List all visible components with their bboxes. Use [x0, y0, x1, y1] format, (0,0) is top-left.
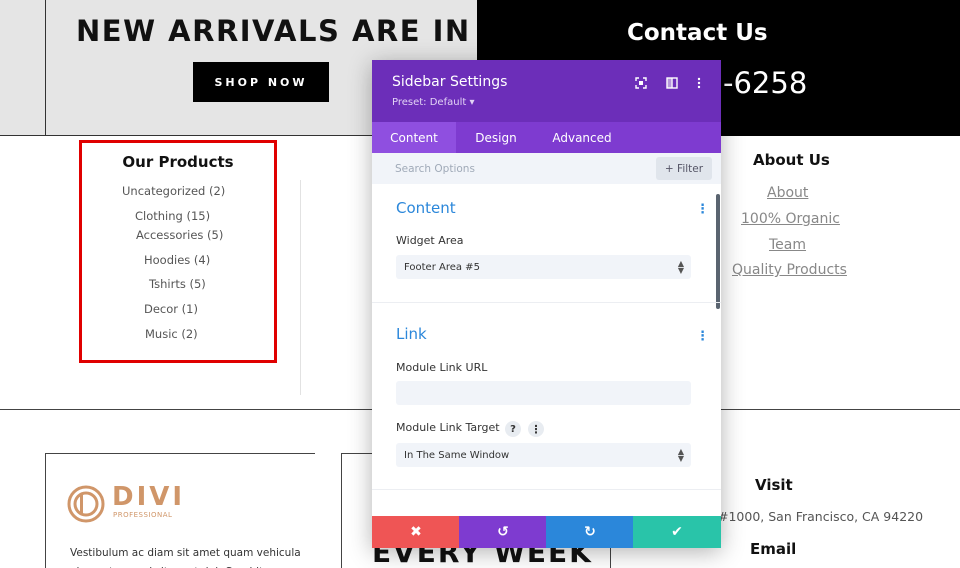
save-button[interactable]: ✔ [633, 516, 721, 548]
banner-title: NEW ARRIVALS ARE IN [76, 14, 471, 48]
product-category-decor[interactable]: Decor (1) [144, 302, 198, 316]
help-icon[interactable]: ? [505, 421, 521, 437]
settings-body[interactable]: Content ⋮ Widget Area Footer Area #5 ▲ ▼ … [372, 184, 721, 516]
divi-logo-icon [67, 485, 105, 523]
about-link-quality-products[interactable]: Quality Products [732, 262, 847, 278]
section-separator [372, 489, 721, 490]
product-category-uncategorized[interactable]: Uncategorized (2) [122, 184, 225, 198]
undo-button[interactable]: ↺ [459, 516, 547, 548]
split-view-icon[interactable] [664, 75, 680, 91]
banner-divider [45, 0, 46, 136]
contact-title: Contact Us [627, 20, 768, 46]
link-section-menu-icon[interactable]: ⋮ [696, 329, 709, 344]
logo-subtitle: PROFESSIONAL [113, 511, 173, 519]
undo-icon: ↺ [497, 524, 509, 540]
filter-button[interactable]: + Filter [656, 157, 712, 180]
select-arrows-icon: ▲ ▼ [677, 447, 684, 463]
column-divider [300, 180, 301, 395]
product-category-tshirts[interactable]: Tshirts (5) [149, 277, 206, 291]
discard-button[interactable]: ✖ [372, 516, 460, 548]
module-link-target-select[interactable]: In The Same Window ▲ ▼ [396, 443, 691, 467]
search-bar: + Filter [372, 153, 721, 184]
page: NEW ARRIVALS ARE IN SHOP NOW Contact Us … [0, 0, 960, 568]
content-section-title[interactable]: Content [396, 199, 456, 217]
module-link-url-input[interactable] [396, 381, 691, 405]
product-category-hoodies[interactable]: Hoodies (4) [144, 253, 210, 267]
module-link-target-label: Module Link Target [396, 421, 500, 434]
content-section-menu-icon[interactable]: ⋮ [696, 202, 709, 217]
contact-phone: -6258 [723, 66, 808, 100]
sidebar-settings-modal: Sidebar Settings Preset: Default ▾ Conte… [372, 60, 721, 548]
preset-selector[interactable]: Preset: Default ▾ [392, 97, 474, 108]
modal-header[interactable]: Sidebar Settings Preset: Default ▾ [372, 60, 721, 122]
field-options-icon[interactable]: ⋮ [528, 421, 544, 437]
products-title: Our Products [122, 153, 234, 171]
visit-title: Visit [755, 476, 793, 494]
widget-area-label: Widget Area [396, 234, 464, 247]
brand-card: DIVI PROFESSIONAL Vestibulum ac diam sit… [45, 453, 315, 568]
about-link-organic[interactable]: 100% Organic [741, 211, 840, 227]
product-category-accessories[interactable]: Accessories (5) [136, 228, 223, 242]
tab-design[interactable]: Design [456, 122, 536, 153]
expand-icon[interactable] [633, 75, 649, 91]
about-title: About Us [753, 151, 830, 169]
redo-button[interactable]: ↻ [546, 516, 634, 548]
module-link-target-value: In The Same Window [404, 449, 510, 461]
shop-now-button[interactable]: SHOP NOW [193, 62, 329, 102]
tab-content[interactable]: Content [372, 122, 456, 153]
select-arrows-icon: ▲ ▼ [677, 259, 684, 275]
about-link-team[interactable]: Team [769, 237, 806, 253]
more-vertical-icon[interactable] [691, 75, 707, 91]
settings-tabs: Content Design Advanced [372, 122, 721, 153]
redo-icon: ↻ [584, 524, 596, 540]
modal-title: Sidebar Settings [392, 74, 508, 90]
tab-advanced[interactable]: Advanced [536, 122, 628, 153]
brand-description: Vestibulum ac diam sit amet quam vehicul… [70, 547, 301, 568]
link-section-title[interactable]: Link [396, 325, 427, 343]
section-separator [372, 302, 721, 303]
product-category-music[interactable]: Music (2) [145, 327, 198, 341]
module-link-url-label: Module Link URL [396, 361, 488, 374]
logo-wordmark: DIVI [112, 482, 186, 512]
products-widget[interactable]: Our Products Uncategorized (2) Clothing … [79, 140, 277, 363]
search-options-input[interactable] [384, 157, 654, 180]
widget-area-value: Footer Area #5 [404, 261, 480, 273]
close-icon: ✖ [410, 524, 422, 540]
widget-area-select[interactable]: Footer Area #5 ▲ ▼ [396, 255, 691, 279]
product-category-clothing[interactable]: Clothing (15) [135, 209, 210, 223]
visit-address: #1000, San Francisco, CA 94220 [718, 509, 924, 524]
email-title: Email [750, 540, 797, 558]
about-link-about[interactable]: About [767, 185, 808, 201]
check-icon: ✔ [671, 524, 683, 540]
scrollbar[interactable] [716, 194, 720, 309]
